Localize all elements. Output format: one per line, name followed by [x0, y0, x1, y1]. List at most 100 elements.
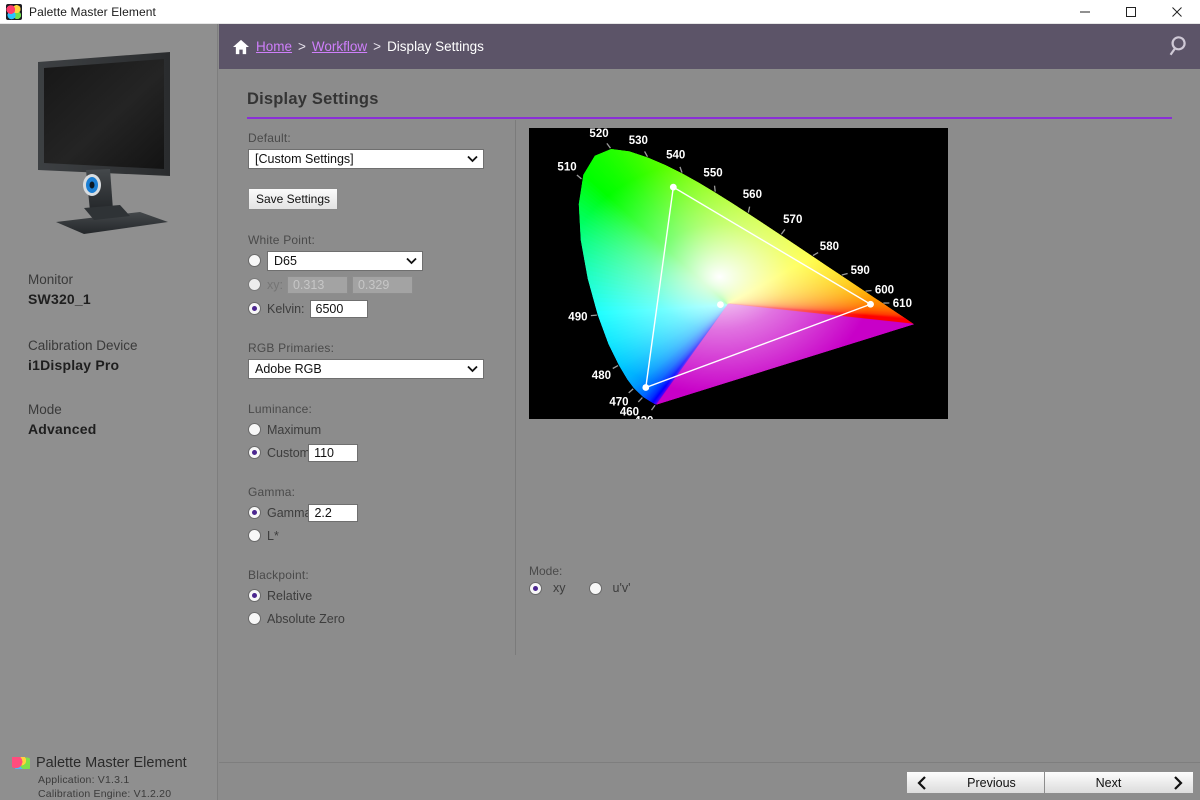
- breadcrumb-home[interactable]: Home: [256, 39, 292, 54]
- wavelength-label: 540: [666, 150, 685, 162]
- app-logo-icon: [6, 3, 22, 20]
- gamma-value-row[interactable]: Gamma 2.2: [248, 503, 493, 522]
- white-point-x-input[interactable]: 0.313: [286, 275, 348, 294]
- white-point-preset-radio[interactable]: [248, 254, 261, 267]
- window-controls: [1062, 0, 1200, 24]
- default-label: Default:: [248, 131, 291, 145]
- white-point-label: White Point:: [248, 233, 316, 247]
- luminance-custom-row[interactable]: Custom 110: [248, 443, 493, 462]
- window-title: Palette Master Element: [29, 4, 156, 19]
- close-icon: [1172, 6, 1182, 17]
- sidebar: Monitor SW320_1 Calibration Device i1Dis…: [0, 24, 218, 800]
- white-point-xy-radio[interactable]: [248, 278, 261, 291]
- settings-form: Default: [Custom Settings] Save Settings…: [248, 131, 493, 628]
- sidebar-group-mode: Mode Advanced: [28, 400, 208, 439]
- mode-label: Mode: [28, 402, 62, 417]
- white-point-preset-select[interactable]: D65: [267, 250, 423, 271]
- white-point-kelvin-input[interactable]: 6500: [309, 299, 368, 318]
- chevron-right-icon: [1174, 775, 1183, 790]
- chevron-down-icon: [467, 365, 478, 373]
- gamma-value-radio[interactable]: [248, 506, 261, 519]
- wavelength-label: 480: [592, 370, 611, 382]
- luminance-group: Luminance: Maximum Custom 110: [248, 402, 493, 462]
- next-button[interactable]: Next: [1044, 771, 1194, 794]
- breadcrumb: Home > Workflow > Display Settings: [232, 39, 484, 55]
- cie-mode-xy-label: xy: [553, 581, 566, 595]
- white-point-xy-row[interactable]: xy: 0.313 0.329: [248, 275, 493, 294]
- luminance-custom-input[interactable]: 110: [308, 443, 359, 462]
- minimize-button[interactable]: [1062, 0, 1108, 24]
- gamut-vertex: [867, 300, 874, 308]
- save-settings-button[interactable]: Save Settings: [248, 188, 338, 210]
- gamut-vertex: [669, 183, 677, 191]
- luminance-label: Luminance:: [248, 402, 313, 416]
- chevron-down-icon: [406, 257, 417, 264]
- cie-diagram-panel: 510 520 530 540 550 560 570 580 590 600 610 490 480 4…: [529, 128, 948, 428]
- blackpoint-relative-row[interactable]: Relative: [248, 586, 493, 605]
- breadcrumb-separator-2: >: [373, 39, 382, 54]
- footer-nav-bar: Previous Next: [219, 762, 1200, 800]
- luminance-maximum-row[interactable]: Maximum: [248, 420, 493, 439]
- gamma-lstar-label: L*: [267, 528, 279, 543]
- rgb-primaries-label: RGB Primaries:: [248, 341, 335, 355]
- search-icon[interactable]: [1162, 33, 1190, 61]
- title-bar: Palette Master Element: [0, 0, 1200, 24]
- calibration-engine-version: Calibration Engine: V1.2.20: [38, 788, 172, 800]
- white-point-preset-value: D65: [274, 253, 297, 268]
- sidebar-footer: Palette Master Element Application: V1.3…: [12, 755, 218, 800]
- maximize-icon: [1126, 6, 1136, 17]
- white-point-kelvin-label: Kelvin:: [267, 301, 305, 316]
- white-point-y-input[interactable]: 0.329: [351, 275, 413, 294]
- gamma-group: Gamma: Gamma 2.2 L*: [248, 485, 493, 545]
- monitor-value: SW320_1: [28, 291, 91, 307]
- blackpoint-absolute-label: Absolute Zero: [267, 611, 345, 626]
- luminance-maximum-radio[interactable]: [248, 423, 261, 436]
- column-divider: [515, 120, 516, 655]
- previous-button[interactable]: Previous: [906, 771, 1056, 794]
- brand-name: Palette Master Element: [36, 755, 187, 771]
- next-button-label: Next: [1095, 775, 1122, 790]
- gamma-value-input[interactable]: 2.2: [308, 503, 359, 522]
- white-point-xy-label: xy:: [267, 277, 283, 292]
- default-select[interactable]: [Custom Settings]: [248, 149, 484, 169]
- white-point-kelvin-radio[interactable]: [248, 302, 261, 315]
- title-underline: [247, 117, 1172, 119]
- white-point-preset-row[interactable]: D65: [248, 250, 493, 271]
- white-point-kelvin-row[interactable]: Kelvin: 6500: [248, 299, 493, 318]
- blackpoint-group: Blackpoint: Relative Absolute Zero: [248, 568, 493, 628]
- white-point-marker: [717, 301, 724, 308]
- brand-logo-icon: [12, 757, 30, 769]
- wavelength-label: 530: [629, 135, 648, 147]
- wavelength-label: 490: [568, 312, 587, 324]
- blackpoint-relative-radio[interactable]: [248, 589, 261, 602]
- gamma-lstar-row[interactable]: L*: [248, 526, 493, 545]
- luminance-maximum-label: Maximum: [267, 422, 322, 437]
- white-point-group: White Point: D65 xy: 0.313 0.329 Kelvin:…: [248, 233, 493, 318]
- minimize-icon: [1080, 11, 1090, 12]
- page-title: Display Settings: [247, 90, 379, 108]
- breadcrumb-workflow[interactable]: Workflow: [312, 39, 367, 54]
- blackpoint-label: Blackpoint:: [248, 568, 309, 582]
- rgb-primaries-group: RGB Primaries: Adobe RGB: [248, 341, 493, 379]
- cie-mode-label: Mode:: [529, 564, 563, 578]
- cie-mode-xy-radio[interactable]: [529, 581, 542, 595]
- gamma-label: Gamma:: [248, 485, 296, 499]
- rgb-primaries-select[interactable]: Adobe RGB: [248, 359, 484, 379]
- chevron-left-icon: [917, 775, 926, 790]
- gamma-lstar-radio[interactable]: [248, 529, 261, 542]
- cie-mode-uv-label: u'v': [612, 581, 631, 595]
- gamma-value-text: Gamma: [267, 505, 312, 520]
- wavelength-label: 610: [893, 298, 912, 310]
- sidebar-group-monitor: Monitor SW320_1: [28, 270, 208, 309]
- close-button[interactable]: [1154, 0, 1200, 24]
- monitor-label: Monitor: [28, 272, 74, 287]
- blackpoint-absolute-row[interactable]: Absolute Zero: [248, 609, 493, 628]
- cie-chromaticity-diagram[interactable]: 510 520 530 540 550 560 570 580 590 600 610 490 480 4…: [529, 128, 948, 428]
- blackpoint-relative-label: Relative: [267, 588, 313, 603]
- maximize-button[interactable]: [1108, 0, 1154, 24]
- blackpoint-absolute-radio[interactable]: [248, 612, 261, 625]
- home-icon[interactable]: [232, 39, 250, 55]
- application-version: Application: V1.3.1: [38, 774, 130, 786]
- cie-mode-uv-radio[interactable]: [588, 581, 602, 595]
- luminance-custom-radio[interactable]: [248, 446, 261, 459]
